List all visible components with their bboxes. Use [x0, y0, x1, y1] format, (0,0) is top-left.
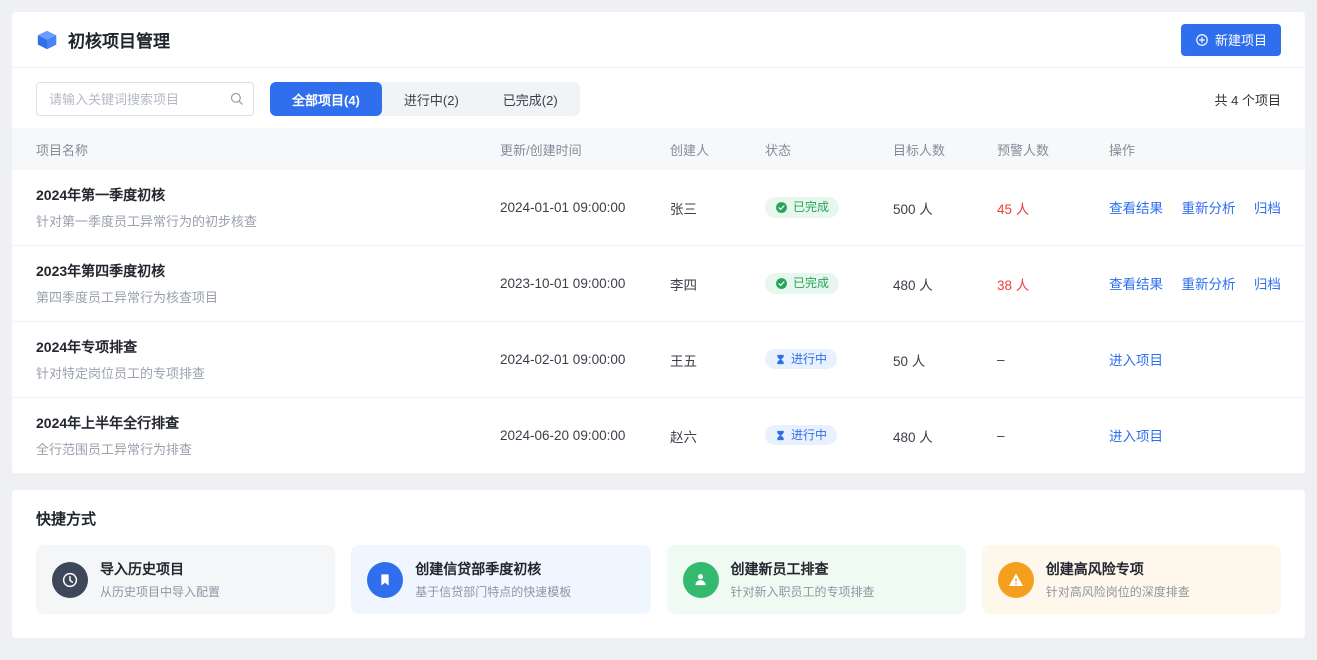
project-time: 2024-02-01 09:00:00 — [500, 352, 670, 367]
col-header-name: 项目名称 — [36, 140, 500, 159]
project-creator: 王五 — [670, 350, 765, 370]
hourglass-icon — [775, 354, 786, 365]
shortcuts-card: 快捷方式 导入历史项目 从历史项目中导入配置 — [12, 490, 1305, 638]
shortcut-import-history[interactable]: 导入历史项目 从历史项目中导入配置 — [36, 545, 335, 614]
col-header-time: 更新/创建时间 — [500, 140, 670, 159]
status-label: 已完成 — [793, 277, 829, 289]
shortcuts-title: 快捷方式 — [36, 508, 1281, 529]
enter-project-link[interactable]: 进入项目 — [1109, 425, 1163, 445]
warning-count: 45 人 — [997, 198, 1109, 218]
project-time: 2024-01-01 09:00:00 — [500, 200, 670, 215]
project-table: 项目名称 更新/创建时间 创建人 状态 目标人数 预警人数 操作 2024年第一… — [12, 128, 1305, 474]
search-input[interactable] — [36, 82, 254, 116]
tab-all-projects[interactable]: 全部项目(4) — [270, 82, 382, 116]
project-description: 第四季度员工异常行为核查项目 — [36, 287, 500, 306]
table-row: 2024年第一季度初核 针对第一季度员工异常行为的初步核查 2024-01-01… — [12, 170, 1305, 246]
page: 初核项目管理 新建项目 — [0, 12, 1317, 638]
shortcut-credit-dept-check[interactable]: 创建信贷部季度初核 基于信贷部门特点的快速模板 — [351, 545, 650, 614]
col-header-warning: 预警人数 — [997, 140, 1109, 159]
project-description: 全行范围员工异常行为排查 — [36, 439, 500, 458]
toolbar: 全部项目(4) 进行中(2) 已完成(2) 共 4 个项目 — [12, 68, 1305, 128]
shortcut-description: 基于信贷部门特点的快速模板 — [415, 583, 571, 600]
shortcut-title: 创建信贷部季度初核 — [415, 559, 571, 579]
project-name: 2024年专项排查 — [36, 337, 500, 357]
col-header-actions: 操作 — [1109, 140, 1281, 159]
project-creator: 张三 — [670, 198, 765, 218]
new-project-button[interactable]: 新建项目 — [1181, 24, 1281, 56]
col-header-target: 目标人数 — [893, 140, 997, 159]
table-header-row: 项目名称 更新/创建时间 创建人 状态 目标人数 预警人数 操作 — [12, 128, 1305, 170]
warning-count: – — [997, 352, 1109, 367]
status-badge: 已完成 — [765, 273, 839, 294]
project-description: 针对第一季度员工异常行为的初步核查 — [36, 211, 500, 230]
shortcut-title: 创建高风险专项 — [1046, 559, 1190, 579]
hourglass-icon — [775, 430, 786, 441]
shortcut-description: 针对高风险岗位的深度排查 — [1046, 583, 1190, 600]
shortcut-title: 导入历史项目 — [100, 559, 220, 579]
view-results-link[interactable]: 查看结果 — [1109, 197, 1163, 217]
status-badge: 进行中 — [765, 425, 837, 445]
table-row: 2024年上半年全行排查 全行范围员工异常行为排查 2024-06-20 09:… — [12, 398, 1305, 474]
archive-link[interactable]: 归档 — [1254, 197, 1281, 217]
check-circle-icon — [775, 277, 788, 290]
project-management-card: 初核项目管理 新建项目 — [12, 12, 1305, 474]
project-description: 针对特定岗位员工的专项排查 — [36, 363, 500, 382]
warning-triangle-icon — [998, 562, 1034, 598]
person-icon — [683, 562, 719, 598]
target-count: 500 人 — [893, 198, 997, 218]
status-label: 进行中 — [791, 353, 827, 365]
search-icon[interactable] — [229, 91, 244, 106]
shortcut-title: 创建新员工排查 — [731, 559, 875, 579]
warning-count: – — [997, 428, 1109, 443]
new-project-label: 新建项目 — [1215, 30, 1267, 49]
view-results-link[interactable]: 查看结果 — [1109, 273, 1163, 293]
status-label: 进行中 — [791, 429, 827, 441]
table-row: 2023年第四季度初核 第四季度员工异常行为核查项目 2023-10-01 09… — [12, 246, 1305, 322]
status-badge: 已完成 — [765, 197, 839, 218]
page-title: 初核项目管理 — [68, 27, 170, 52]
shortcut-high-risk-special[interactable]: 创建高风险专项 针对高风险岗位的深度排查 — [982, 545, 1281, 614]
project-name: 2024年上半年全行排查 — [36, 413, 500, 433]
target-count: 480 人 — [893, 274, 997, 294]
plus-circle-icon — [1195, 33, 1209, 47]
table-row: 2024年专项排查 针对特定岗位员工的专项排查 2024-02-01 09:00… — [12, 322, 1305, 398]
status-badge: 进行中 — [765, 349, 837, 369]
project-count-text: 共 4 个项目 — [1215, 90, 1281, 109]
page-header: 初核项目管理 新建项目 — [12, 12, 1305, 68]
enter-project-link[interactable]: 进入项目 — [1109, 349, 1163, 369]
app-cube-logo-icon — [36, 29, 58, 51]
col-header-status: 状态 — [765, 140, 893, 159]
filter-tabs: 全部项目(4) 进行中(2) 已完成(2) — [270, 82, 580, 116]
target-count: 480 人 — [893, 426, 997, 446]
check-circle-icon — [775, 201, 788, 214]
project-creator: 李四 — [670, 274, 765, 294]
tab-completed[interactable]: 已完成(2) — [481, 82, 580, 116]
col-header-creator: 创建人 — [670, 140, 765, 159]
shortcut-description: 针对新入职员工的专项排查 — [731, 583, 875, 600]
tab-in-progress[interactable]: 进行中(2) — [382, 82, 481, 116]
warning-count: 38 人 — [997, 274, 1109, 294]
reanalyze-link[interactable]: 重新分析 — [1181, 197, 1235, 217]
status-label: 已完成 — [793, 201, 829, 213]
shortcut-grid: 导入历史项目 从历史项目中导入配置 创建信贷部季度初核 基于信贷部门特点的快速模… — [36, 545, 1281, 614]
target-count: 50 人 — [893, 350, 997, 370]
search-box — [36, 82, 254, 116]
history-clock-icon — [52, 562, 88, 598]
shortcut-new-employee-check[interactable]: 创建新员工排查 针对新入职员工的专项排查 — [667, 545, 966, 614]
project-creator: 赵六 — [670, 426, 765, 446]
archive-link[interactable]: 归档 — [1254, 273, 1281, 293]
shortcut-description: 从历史项目中导入配置 — [100, 583, 220, 600]
reanalyze-link[interactable]: 重新分析 — [1181, 273, 1235, 293]
project-time: 2023-10-01 09:00:00 — [500, 276, 670, 291]
project-time: 2024-06-20 09:00:00 — [500, 428, 670, 443]
project-name: 2023年第四季度初核 — [36, 261, 500, 281]
project-name: 2024年第一季度初核 — [36, 185, 500, 205]
bookmark-icon — [367, 562, 403, 598]
